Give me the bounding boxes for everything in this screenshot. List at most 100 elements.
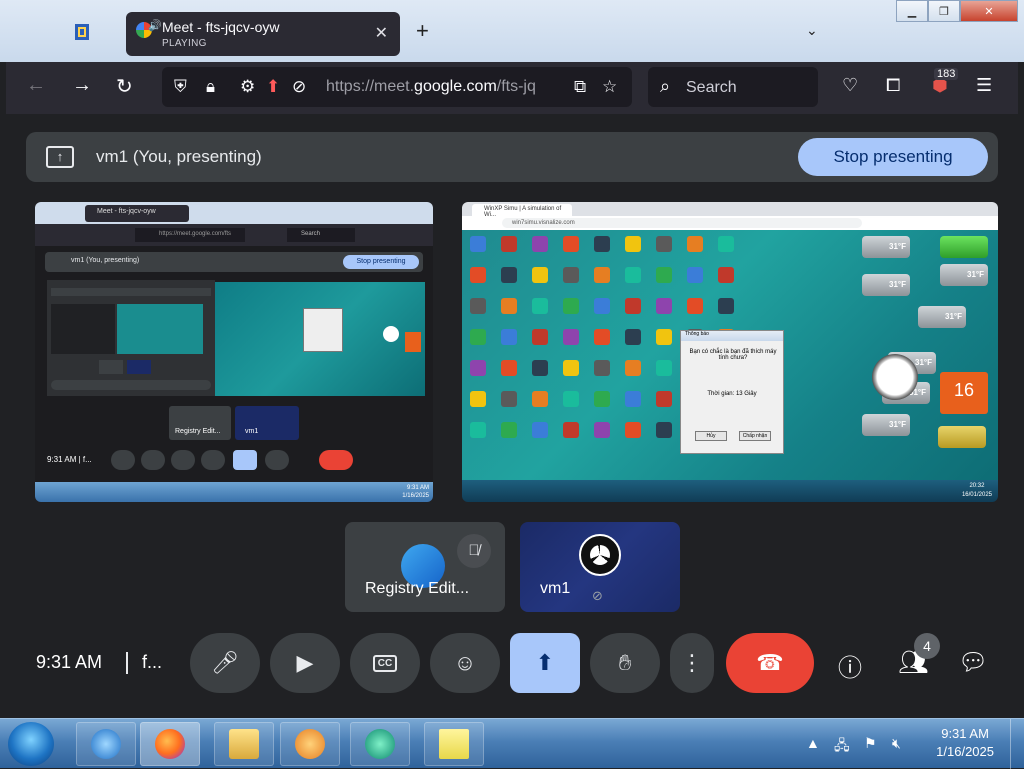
- desktop-icon: [470, 298, 486, 314]
- show-hidden-icons-icon[interactable]: ▲: [806, 735, 820, 751]
- desktop-icon: [656, 329, 672, 345]
- taskbar-firefox[interactable]: [140, 722, 200, 766]
- desktop-icon: [470, 236, 486, 252]
- camera-button[interactable]: ▶︎: [270, 633, 340, 693]
- search-placeholder: Search: [686, 79, 737, 96]
- meet-control-bar: 9:31 AM f... 🎤︎ ▶︎ CC ☺ ⬆ ✋︎ ⋮ ☎ ⓘ 👥︎ 4 …: [6, 630, 1018, 696]
- desktop-icon: [656, 267, 672, 283]
- network-icon[interactable]: 🖧: [834, 735, 850, 759]
- pocket-icon[interactable]: ♡: [842, 75, 858, 96]
- desktop-icon: [687, 236, 703, 252]
- desktop-icon: [625, 422, 641, 438]
- captions-button[interactable]: CC: [350, 633, 420, 693]
- reactions-button[interactable]: ☺: [430, 633, 500, 693]
- raise-hand-button[interactable]: ✋︎: [590, 633, 660, 693]
- remote-toolbar: win7simu.visnalize.com: [462, 216, 998, 230]
- taskbar-ie[interactable]: [76, 722, 136, 766]
- microphone-button[interactable]: 🎤︎: [190, 633, 260, 693]
- people-count-badge: 4: [914, 633, 940, 659]
- extensions-icon[interactable]: ⧠: [886, 75, 900, 96]
- more-options-button[interactable]: ⋮: [670, 633, 714, 693]
- remote-clock: 20:32 16/01/2025: [961, 483, 992, 498]
- mini-url: https://meet.google.com/fts: [135, 228, 245, 242]
- camera-off-icon[interactable]: ⊘: [292, 77, 306, 97]
- windows-taskbar: ▲ 🖧 ⚑ 🔇︎ 9:31 AM 1/16/2025: [0, 718, 1024, 769]
- presentation-tile-remote[interactable]: WinXP Simu | A simulation of Wi... win7s…: [462, 202, 998, 502]
- url-text[interactable]: https://meet.google.com/fts-jq: [326, 78, 562, 96]
- bookmark-star-icon[interactable]: ☆: [602, 77, 617, 97]
- desktop-icon: [563, 329, 579, 345]
- present-button[interactable]: ⬆: [510, 633, 580, 693]
- desktop-icon: [656, 422, 672, 438]
- close-window-button[interactable]: ✕: [960, 0, 1018, 22]
- info-icon[interactable]: ⓘ: [838, 648, 862, 683]
- desktop-icon: [532, 329, 548, 345]
- desktop-icon: [625, 267, 641, 283]
- action-center-flag-icon[interactable]: ⚑: [864, 735, 877, 752]
- forward-icon[interactable]: →: [72, 74, 92, 97]
- taskbar-media-player[interactable]: [280, 722, 340, 766]
- browser-tab-meet[interactable]: 🔊 Meet - fts-jqcv-oyw PLAYING ✕: [126, 12, 400, 56]
- mini-clock: 9:31 AM 1/16/2025: [402, 485, 429, 499]
- lock-icon[interactable]: 🔒︎: [206, 77, 215, 97]
- chat-icon[interactable]: 💬︎: [958, 648, 988, 677]
- leave-call-button[interactable]: ☎: [726, 633, 814, 693]
- battery-gadget: [940, 236, 988, 258]
- weather-gadget: 31°F: [862, 414, 910, 436]
- stop-presenting-button[interactable]: Stop presenting: [798, 138, 988, 176]
- screen-share-icon[interactable]: ⬆: [266, 77, 280, 97]
- media-player-icon: [295, 729, 325, 759]
- search-bar[interactable]: ⌕ Search: [648, 67, 818, 107]
- firefox-icon: [155, 729, 185, 759]
- system-clock[interactable]: 9:31 AM 1/16/2025: [936, 725, 994, 761]
- search-icon: ⌕: [660, 76, 671, 96]
- back-icon[interactable]: ←: [26, 74, 46, 97]
- mini-presenting-label: vm1 (You, presenting): [71, 257, 140, 264]
- reload-icon[interactable]: ↻: [116, 74, 133, 99]
- taskbar-sticky-notes[interactable]: [424, 722, 484, 766]
- present-screen-icon: ↑: [46, 146, 74, 168]
- desktop-icon: [656, 298, 672, 314]
- maximize-button[interactable]: ❐: [928, 0, 960, 22]
- new-tab-icon[interactable]: +: [416, 18, 429, 44]
- desktop-icon: [718, 298, 734, 314]
- camera-icon: ▶︎: [296, 650, 314, 675]
- permissions-icon[interactable]: ⚙: [240, 77, 255, 97]
- shield-icon[interactable]: ⛨: [174, 77, 187, 97]
- taskbar-app[interactable]: [350, 722, 410, 766]
- start-button[interactable]: [8, 722, 54, 766]
- mini-recursive-tile: [47, 280, 215, 396]
- presenting-label: vm1 (You, presenting): [96, 147, 262, 166]
- mini-participant-registry: Registry Edit...: [169, 406, 231, 440]
- participant-tile-vm1[interactable]: vm1 ⊘: [520, 522, 680, 612]
- presenting-banner: ↑ vm1 (You, presenting) Stop presenting: [26, 132, 998, 182]
- mini-tab: Meet - fts-jqcv-oyw: [85, 205, 189, 222]
- more-vert-icon: ⋮: [681, 650, 703, 675]
- minimize-button[interactable]: ▁: [896, 0, 928, 22]
- app-icon: [72, 22, 94, 44]
- picture-in-picture-icon[interactable]: ⧉: [574, 77, 586, 97]
- desktop-icon: [470, 391, 486, 407]
- chevron-down-icon[interactable]: ⌄: [806, 22, 818, 39]
- desktop-icon: [501, 236, 517, 252]
- desktop-icon: [625, 391, 641, 407]
- show-desktop-button[interactable]: [1010, 719, 1024, 769]
- presentation-tile-mirror[interactable]: Meet - fts-jqcv-oyw https://meet.google.…: [35, 202, 433, 502]
- url-bar[interactable]: ⛨ 🔒︎ ⚙ ⬆ ⊘ https://meet.google.com/fts-j…: [162, 67, 632, 107]
- meeting-code[interactable]: f...: [142, 652, 162, 673]
- remote-browser-title: WinXP Simu | A simulation of Wi...: [462, 202, 998, 218]
- tab-close-icon[interactable]: ✕: [375, 23, 388, 43]
- desktop-icon: [687, 298, 703, 314]
- desktop-icon: [594, 267, 610, 283]
- remote-dialog: Thông báo Bạn có chắc là bạn đã thích má…: [680, 330, 784, 454]
- participant-tile-registry[interactable]: 🎙̸ Registry Edit...: [345, 522, 505, 612]
- mic-muted-icon: 🎙̸: [457, 534, 491, 568]
- audio-playing-icon[interactable]: 🔊: [148, 19, 162, 32]
- mini-presenting-banner: vm1 (You, presenting) Stop presenting: [45, 252, 423, 272]
- remote-address: win7simu.visnalize.com: [502, 218, 862, 228]
- taskbar-explorer[interactable]: [214, 722, 274, 766]
- desktop-icon: [594, 360, 610, 376]
- menu-icon[interactable]: ☰: [976, 75, 992, 96]
- extension-badge: 183: [934, 68, 959, 80]
- volume-muted-icon[interactable]: 🔇︎: [892, 735, 901, 752]
